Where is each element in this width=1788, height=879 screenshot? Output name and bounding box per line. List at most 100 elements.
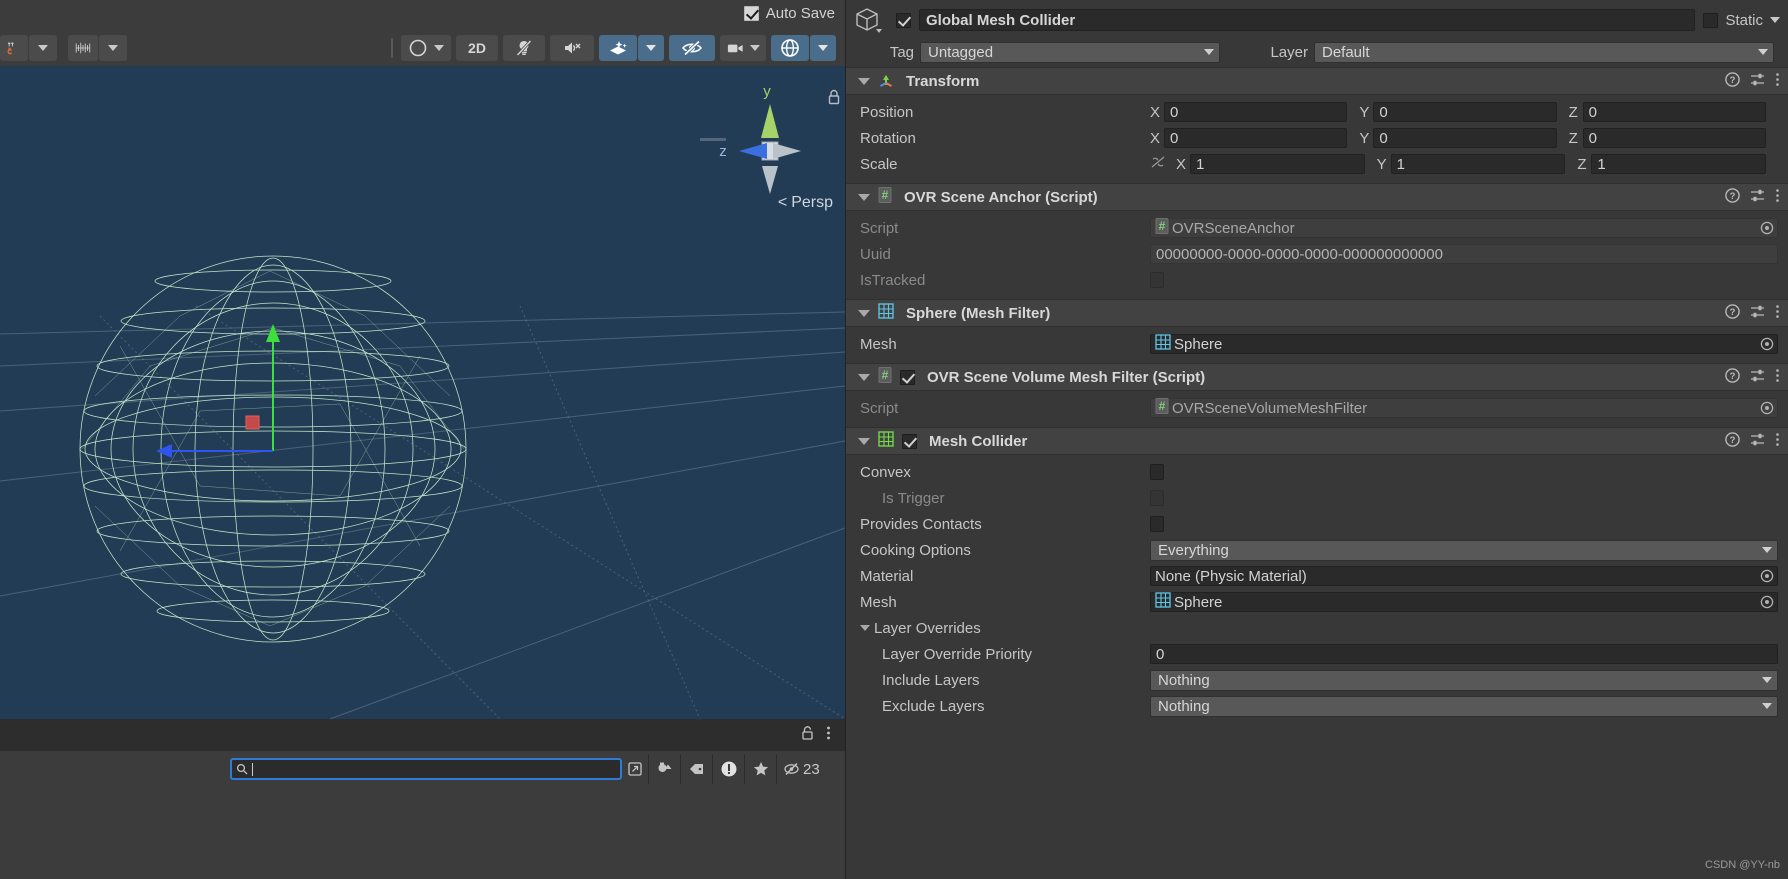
- object-field-material[interactable]: None (Physic Material): [1150, 566, 1778, 586]
- property-row: Layer Overrides: [846, 615, 1788, 641]
- preset-icon[interactable]: [1750, 304, 1765, 323]
- kebab-menu-icon[interactable]: [826, 725, 831, 745]
- component-enabled-checkbox[interactable]: [902, 433, 917, 449]
- dropdown-exclude-layers[interactable]: Nothing: [1150, 695, 1778, 717]
- mesh-collider-icon: [878, 431, 894, 451]
- kebab-menu-icon[interactable]: [1775, 368, 1780, 387]
- warning-filter-icon[interactable]: [712, 754, 744, 784]
- gameobject-header: Global Mesh Collider Static Tag Untagged…: [846, 0, 1788, 67]
- object-field-mesh[interactable]: Sphere: [1150, 334, 1778, 354]
- gameobject-enabled-checkbox[interactable]: [896, 12, 911, 28]
- help-icon[interactable]: ?: [1725, 187, 1740, 207]
- component-enabled-checkbox[interactable]: [900, 369, 915, 385]
- favorite-filter-icon[interactable]: [744, 754, 776, 784]
- camera-icon[interactable]: [720, 35, 766, 61]
- preset-icon[interactable]: [1750, 72, 1765, 91]
- property-label: Convex: [860, 463, 911, 481]
- component-mesh-collider: Mesh Collider? Convex Is Trigger Provides C…: [846, 427, 1788, 725]
- help-icon[interactable]: ?: [1725, 367, 1740, 387]
- object-field-script[interactable]: # OVRSceneVolumeMeshFilter: [1150, 398, 1778, 418]
- component-foldout-icon[interactable]: [858, 309, 870, 317]
- checkbox-convex[interactable]: [1150, 464, 1164, 480]
- component-header-ovr-scene-volume-mesh-filter[interactable]: # OVR Scene Volume Mesh Filter (Script)?: [846, 364, 1788, 391]
- help-icon[interactable]: ?: [1725, 71, 1740, 91]
- field-z[interactable]: 0: [1582, 128, 1766, 148]
- field-y[interactable]: 1: [1390, 154, 1566, 174]
- grid-dropdown-button[interactable]: [99, 35, 127, 61]
- object-picker-icon[interactable]: [1759, 337, 1775, 351]
- viewport-drag-handle[interactable]: [700, 138, 726, 141]
- tag-label: Tag: [889, 43, 914, 61]
- auto-save-checkbox-icon[interactable]: [743, 6, 759, 21]
- hidden-objects-counter[interactable]: 23: [776, 754, 828, 784]
- scene-visibility-icon[interactable]: [669, 35, 715, 61]
- component-title: OVR Scene Anchor (Script): [904, 188, 1098, 206]
- component-foldout-icon[interactable]: [858, 373, 870, 381]
- property-label: Material: [860, 567, 914, 585]
- object-picker-icon[interactable]: [1759, 221, 1775, 235]
- checkbox-provides-contacts[interactable]: [1150, 516, 1164, 532]
- kebab-menu-icon[interactable]: [1775, 304, 1780, 323]
- component-header-mesh-filter[interactable]: Sphere (Mesh Filter)?: [846, 300, 1788, 327]
- kebab-menu-icon[interactable]: [1775, 432, 1780, 451]
- object-field-script[interactable]: # OVRSceneAnchor: [1150, 218, 1778, 238]
- tag-dropdown[interactable]: Untagged: [920, 41, 1220, 63]
- field-y[interactable]: 0: [1373, 102, 1557, 122]
- dropdown-include-layers[interactable]: Nothing: [1150, 669, 1778, 691]
- auto-save-toggle[interactable]: Auto Save: [743, 5, 835, 22]
- field-y[interactable]: 0: [1373, 128, 1557, 148]
- component-header-ovr-scene-anchor[interactable]: # OVR Scene Anchor (Script)?: [846, 184, 1788, 211]
- objects-filter-icon[interactable]: [648, 754, 680, 784]
- effects-icon[interactable]: [599, 35, 637, 61]
- checkbox-is-trigger[interactable]: [1150, 490, 1164, 506]
- watermark: CSDN @YY-nb: [1705, 859, 1780, 871]
- object-picker-icon[interactable]: [1759, 595, 1775, 609]
- checkbox-istracked[interactable]: [1150, 272, 1164, 288]
- field-z[interactable]: 0: [1582, 102, 1766, 122]
- preset-icon[interactable]: [1750, 368, 1765, 387]
- component-header-mesh-collider[interactable]: Mesh Collider?: [846, 428, 1788, 455]
- effects-dropdown-button[interactable]: [638, 35, 664, 61]
- field-z[interactable]: 1: [1591, 154, 1767, 174]
- expand-search-icon[interactable]: [622, 754, 648, 784]
- object-picker-icon[interactable]: [1759, 401, 1775, 415]
- audio-mute-icon[interactable]: [550, 35, 594, 61]
- component-header-transform[interactable]: Transform?: [846, 68, 1788, 95]
- kebab-menu-icon[interactable]: [1775, 72, 1780, 91]
- shading-mode-icon[interactable]: [401, 35, 451, 61]
- property-row: Cooking Options Everything: [846, 537, 1788, 563]
- pivot-dropdown-button[interactable]: [29, 35, 57, 61]
- layer-dropdown[interactable]: Default: [1314, 41, 1774, 63]
- grid-snap-icon[interactable]: [68, 35, 98, 61]
- kebab-menu-icon[interactable]: [1775, 188, 1780, 207]
- text-field-layer-override-priority[interactable]: 0: [1150, 644, 1778, 664]
- 2d-toggle-button[interactable]: 2D: [456, 35, 498, 61]
- field-x[interactable]: 0: [1164, 128, 1348, 148]
- gizmos-icon[interactable]: [771, 35, 809, 61]
- gizmos-dropdown-button[interactable]: [810, 35, 836, 61]
- component-foldout-icon[interactable]: [858, 437, 870, 445]
- scene-viewport[interactable]: y z < Persp: [0, 66, 845, 719]
- dropdown-cooking-options[interactable]: Everything: [1150, 539, 1778, 561]
- lighting-off-icon[interactable]: [503, 35, 545, 61]
- preset-icon[interactable]: [1750, 432, 1765, 451]
- text-field-uuid[interactable]: 00000000-0000-0000-0000-000000000000: [1150, 244, 1778, 264]
- static-checkbox[interactable]: [1703, 12, 1719, 28]
- component-foldout-icon[interactable]: [858, 193, 870, 201]
- perspective-mode-label[interactable]: < Persp: [778, 194, 833, 212]
- field-x[interactable]: 1: [1190, 154, 1365, 174]
- preset-icon[interactable]: [1750, 188, 1765, 207]
- pivot-magnet-icon[interactable]: [0, 35, 28, 61]
- object-picker-icon[interactable]: [1759, 569, 1775, 583]
- layer-overrides-foldout-icon[interactable]: [860, 625, 870, 631]
- help-icon[interactable]: ?: [1725, 303, 1740, 323]
- tag-filter-icon[interactable]: [680, 754, 712, 784]
- field-x[interactable]: 0: [1164, 102, 1348, 122]
- object-field-mesh[interactable]: Sphere: [1150, 592, 1778, 612]
- lock-icon[interactable]: [801, 725, 814, 745]
- help-icon[interactable]: ?: [1725, 431, 1740, 451]
- component-foldout-icon[interactable]: [858, 77, 870, 85]
- gameobject-name-field[interactable]: Global Mesh Collider: [919, 9, 1696, 31]
- static-dropdown-chevron-down-icon[interactable]: [1770, 17, 1780, 23]
- search-input[interactable]: [230, 758, 622, 780]
